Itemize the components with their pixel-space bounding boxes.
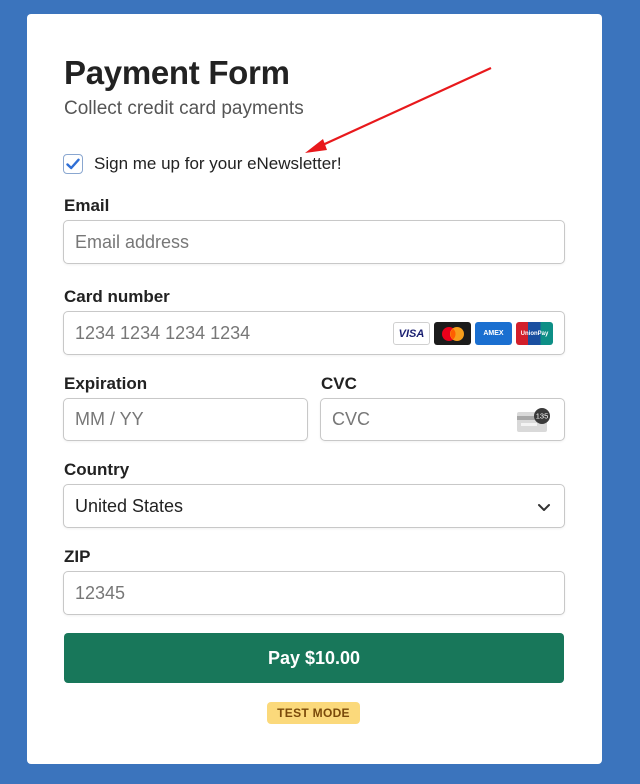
email-placeholder: Email address	[75, 231, 190, 252]
email-field[interactable]: Email address	[63, 220, 565, 264]
country-label: Country	[64, 460, 130, 479]
cvc-icon-digits: 135	[536, 412, 549, 421]
expiration-placeholder: MM / YY	[75, 409, 144, 429]
newsletter-checkbox[interactable]	[63, 154, 83, 174]
cvc-label: CVC	[321, 374, 357, 393]
country-select[interactable]: United States	[63, 484, 565, 528]
page-title: Payment Form	[64, 54, 290, 91]
card-number-field[interactable]: 1234 1234 1234 1234 VISA AMEX UnionPay	[63, 311, 565, 355]
cvc-field[interactable]: CVC 135	[320, 398, 565, 441]
card-brands: VISA AMEX UnionPay	[393, 322, 553, 345]
card-number-placeholder: 1234 1234 1234 1234	[75, 322, 251, 343]
page-subtitle: Collect credit card payments	[64, 98, 304, 119]
visa-icon: VISA	[393, 322, 430, 345]
zip-field[interactable]: 12345	[63, 571, 565, 615]
card-number-label: Card number	[64, 287, 170, 306]
email-label: Email	[64, 196, 110, 215]
chevron-down-icon	[538, 504, 550, 511]
checkmark-icon	[66, 158, 80, 170]
pay-button[interactable]: Pay $10.00	[64, 633, 564, 683]
payment-form-card: Payment Form Collect credit card payment…	[27, 14, 602, 764]
country-value: United States	[75, 495, 184, 516]
unionpay-icon: UnionPay	[516, 322, 553, 345]
expiration-label: Expiration	[64, 374, 148, 393]
newsletter-label: Sign me up for your eNewsletter!	[94, 154, 342, 173]
expiration-field[interactable]: MM / YY	[63, 398, 308, 441]
amex-icon: AMEX	[475, 322, 512, 345]
newsletter-checkbox-row[interactable]: Sign me up for your eNewsletter!	[63, 154, 342, 174]
cvc-card-icon: 135	[517, 408, 550, 432]
zip-placeholder: 12345	[75, 582, 126, 603]
mastercard-icon	[434, 322, 471, 345]
zip-label: ZIP	[64, 547, 91, 566]
test-mode-badge: TEST MODE	[267, 702, 360, 724]
cvc-placeholder: CVC	[332, 409, 371, 429]
